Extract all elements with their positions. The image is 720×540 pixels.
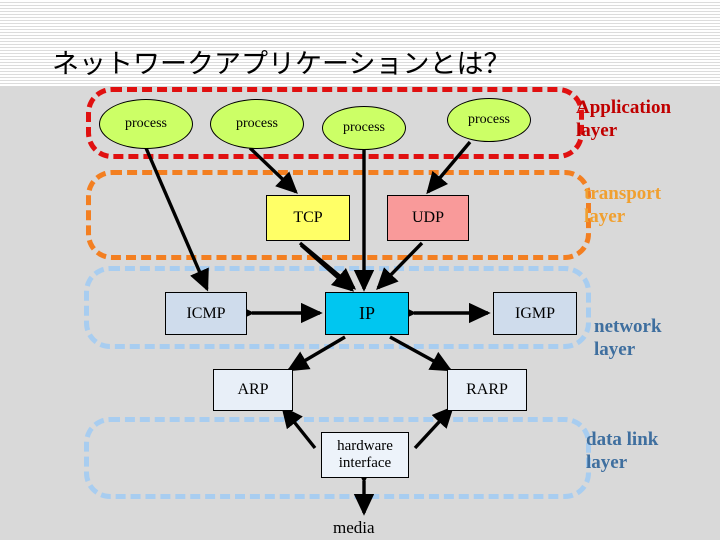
layer-label-datalink: data link layer [586,429,659,474]
node-arp[interactable]: ARP [213,369,293,411]
node-udp[interactable]: UDP [387,195,469,241]
node-process-2[interactable]: process [210,99,304,149]
node-process-4[interactable]: process [447,98,531,142]
node-process-1[interactable]: process [99,99,193,149]
node-process-3[interactable]: process [322,106,406,150]
layer-label-application: Application layer [576,97,672,142]
node-ip[interactable]: IP [325,292,409,335]
node-icmp[interactable]: ICMP [165,292,247,335]
layer-label-transport: transport layer [584,183,662,228]
node-rarp[interactable]: RARP [447,369,527,411]
page-title: ネットワークアプリケーションとは？ [52,49,511,80]
layer-label-network: network layer [594,316,662,361]
node-tcp[interactable]: TCP [266,195,350,241]
node-igmp[interactable]: IGMP [493,292,577,335]
node-hardware-interface[interactable]: hardware interface [321,432,409,478]
label-media: media [333,518,375,537]
